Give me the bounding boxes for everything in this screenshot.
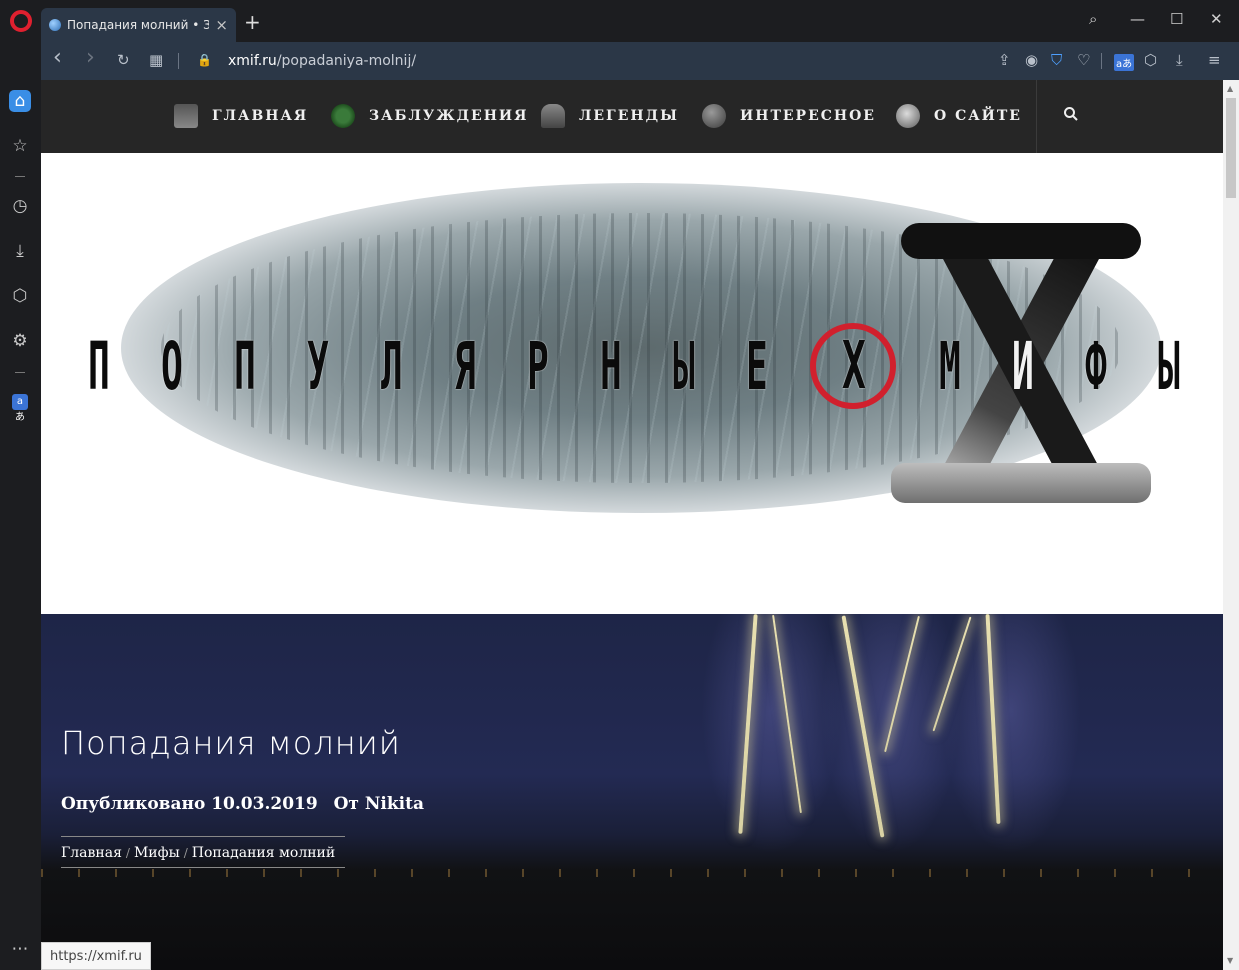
maximize-icon[interactable]: ☐: [1170, 10, 1183, 28]
tab-strip: Попадания молний • Заблуждения × + ⌕ — ☐…: [0, 0, 1239, 42]
easy-setup-menu-icon[interactable]: ≡: [1208, 51, 1221, 69]
share-icon[interactable]: ⇪: [998, 51, 1011, 69]
house-icon: [174, 104, 198, 128]
address-field[interactable]: xmif.ru/popadaniya-molnij/: [228, 53, 416, 69]
history-clock-icon[interactable]: ◷: [9, 195, 31, 217]
breadcrumb-current: Попадания молний: [191, 845, 336, 861]
site-banner-logo[interactable]: П О П У Л Я Р Н Ы Е X М И Ф Ы: [41, 153, 1223, 614]
article-title: Попадания молний: [61, 724, 401, 762]
banner-letter: У: [307, 327, 330, 405]
article-meta: Опубликовано 10.03.2019 От Nikita: [61, 794, 434, 814]
sky-glow: [821, 614, 961, 854]
divider: [15, 372, 25, 373]
divider: [1036, 80, 1037, 153]
cube-icon[interactable]: ⬡: [9, 285, 31, 307]
speed-dial-icon[interactable]: ▦: [149, 51, 163, 69]
banner-letter: П: [234, 327, 257, 405]
reload-icon[interactable]: ↻: [117, 51, 130, 69]
publish-date: Опубликовано 10.03.2019: [61, 794, 318, 814]
more-icon[interactable]: ⋯: [9, 938, 31, 960]
town-lights: [41, 869, 1223, 877]
nav-label: ИНТЕРЕСНОЕ: [740, 108, 876, 124]
search-tabs-icon[interactable]: ⌕: [1089, 10, 1097, 28]
snapshot-icon[interactable]: ◉: [1025, 51, 1038, 69]
translate-sidebar-icon[interactable]: aあ: [12, 394, 28, 423]
breadcrumb: Главная / Мифы / Попадания молний: [61, 836, 345, 868]
sky-glow: [701, 614, 841, 854]
url-host: xmif.ru: [228, 53, 277, 69]
divider: [15, 176, 25, 177]
clover-icon: [331, 104, 355, 128]
banner-letter: Ф: [1085, 327, 1107, 405]
forward-icon[interactable]: ›: [86, 45, 95, 70]
scroll-down-icon[interactable]: ▼: [1227, 956, 1233, 965]
page-scrollbar[interactable]: ▲ ▼: [1223, 80, 1239, 970]
breadcrumb-home[interactable]: Главная: [61, 845, 122, 861]
scroll-up-icon[interactable]: ▲: [1227, 84, 1233, 93]
address-bar-row: ‹ › ↻ ▦ 🔒 xmif.ru/popadaniya-molnij/ ⇪ ◉…: [41, 42, 1239, 80]
article-hero: Попадания молний Опубликовано 10.03.2019…: [41, 614, 1223, 970]
site-search-icon[interactable]: [1061, 106, 1081, 126]
divider: [1101, 53, 1102, 69]
opera-sidebar: ⌂ ☆ ◷ ⤓ ⬡ ⚙ aあ ⋯: [0, 80, 41, 970]
bookmarks-star-icon[interactable]: ☆: [9, 135, 31, 157]
nav-label: ГЛАВНАЯ: [212, 108, 309, 124]
breadcrumb-myths[interactable]: Мифы: [134, 845, 180, 861]
banner-letter: Р: [526, 327, 549, 405]
link-status-bar: https://xmif.ru: [41, 942, 151, 970]
browser-window: Попадания молний • Заблуждения × + ⌕ — ☐…: [0, 0, 1239, 970]
nav-item-about[interactable]: О САЙТЕ: [896, 104, 1022, 128]
nav-item-misconceptions[interactable]: ЗАБЛУЖДЕНИЯ: [331, 104, 529, 128]
downloads-icon[interactable]: ⤓: [9, 240, 31, 262]
new-tab-button[interactable]: +: [244, 12, 261, 32]
banner-letter: X: [841, 327, 866, 404]
banner-letter: Л: [380, 327, 403, 405]
opera-logo-icon[interactable]: [10, 10, 32, 32]
nav-item-legends[interactable]: ЛЕГЕНДЫ: [541, 104, 679, 128]
back-icon[interactable]: ‹: [53, 45, 62, 70]
banner-letter: Ы: [1158, 327, 1181, 405]
breadcrumb-sep: /: [183, 846, 188, 860]
breadcrumb-sep: /: [125, 846, 130, 860]
banner-letter: М: [938, 327, 961, 405]
tab-close-icon[interactable]: ×: [215, 16, 228, 34]
nav-item-interesting[interactable]: ИНТЕРЕСНОЕ: [702, 104, 876, 128]
minimize-icon[interactable]: —: [1130, 10, 1145, 28]
banner-letter: П: [87, 327, 110, 405]
banner-title: П О П У Л Я Р Н Ы Е X М И Ф Ы: [79, 323, 1189, 409]
home-icon[interactable]: ⌂: [9, 90, 31, 112]
globe-icon: [49, 19, 61, 31]
site-navigation: ГЛАВНАЯ ЗАБЛУЖДЕНИЯ ЛЕГЕНДЫ ИНТЕРЕСНОЕ О…: [41, 80, 1223, 153]
settings-gear-icon[interactable]: ⚙: [9, 330, 31, 352]
banner-letter: Ы: [673, 327, 695, 405]
banner-x-ring: X: [810, 323, 897, 409]
heart-icon[interactable]: ♡: [1077, 51, 1090, 69]
banner-letter: И: [1011, 327, 1034, 405]
scroll-thumb[interactable]: [1226, 98, 1236, 198]
bat-icon: [541, 104, 565, 128]
page-viewport: ГЛАВНАЯ ЗАБЛУЖДЕНИЯ ЛЕГЕНДЫ ИНТЕРЕСНОЕ О…: [41, 80, 1223, 970]
url-path: /popadaniya-molnij/: [276, 53, 417, 69]
banner-letter: О: [161, 327, 183, 405]
divider: [178, 53, 179, 69]
vpn-shield-icon[interactable]: ⛉: [1051, 51, 1062, 69]
nav-label: ЛЕГЕНДЫ: [579, 108, 679, 124]
close-window-icon[interactable]: ✕: [1210, 10, 1223, 28]
tab-active[interactable]: Попадания молний • Заблуждения ×: [41, 8, 236, 42]
nav-label: ЗАБЛУЖДЕНИЯ: [369, 108, 529, 124]
info-icon: [896, 104, 920, 128]
extensions-cube-icon[interactable]: ⬡: [1144, 51, 1157, 69]
sky-glow: [941, 614, 1081, 854]
banner-letter: Н: [599, 327, 622, 405]
banner-letter: Е: [746, 327, 769, 405]
author-link[interactable]: От Nikita: [334, 794, 424, 814]
banner-letter: Я: [453, 327, 476, 405]
translate-extension-icon[interactable]: aあ: [1114, 54, 1135, 71]
tab-title: Попадания молний • Заблуждения: [67, 18, 210, 32]
download-icon[interactable]: ⤓: [1176, 51, 1183, 69]
lock-icon[interactable]: 🔒: [197, 53, 212, 67]
globe-lamp-icon: [702, 104, 726, 128]
nav-label: О САЙТЕ: [934, 108, 1022, 124]
nav-item-home[interactable]: ГЛАВНАЯ: [174, 104, 308, 128]
